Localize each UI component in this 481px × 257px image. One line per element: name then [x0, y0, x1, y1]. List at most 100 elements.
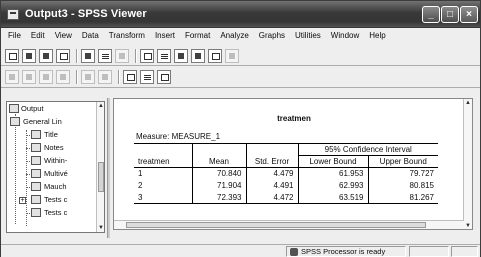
standard-toolbar	[1, 47, 480, 65]
goto-data-icon[interactable]	[140, 49, 154, 63]
row-label: 2	[138, 181, 143, 190]
content-vertical-scrollbar[interactable]: ▲ ▼	[463, 99, 472, 229]
menu-analyze[interactable]: Analyze	[215, 30, 253, 44]
toolbar-separator	[76, 49, 78, 63]
outline-item-mauchly[interactable]: Mauch	[44, 182, 67, 191]
scroll-down-arrow-icon[interactable]: ▼	[98, 224, 104, 232]
promote-icon[interactable]	[5, 70, 19, 84]
dialog-recall-icon[interactable]	[98, 49, 112, 63]
output-content-pane[interactable]: treatmen Measure: MEASURE_1 treatmen Mea…	[113, 98, 473, 230]
insert-heading-icon[interactable]	[123, 70, 137, 84]
close-button[interactable]: ×	[460, 6, 478, 23]
print-icon[interactable]	[39, 49, 53, 63]
expand-node-icon[interactable]: +	[19, 197, 26, 204]
outline-item-title[interactable]: Title	[44, 130, 58, 139]
table-caption: treatmen	[277, 114, 311, 123]
demote-icon[interactable]	[22, 70, 36, 84]
hide-icon[interactable]	[98, 70, 112, 84]
menu-insert[interactable]: Insert	[150, 30, 180, 44]
goto-case-icon[interactable]	[157, 49, 171, 63]
mean-header: Mean	[191, 143, 246, 168]
menu-bar: File Edit View Data Transform Insert For…	[1, 30, 480, 44]
maximize-button[interactable]: □	[441, 6, 459, 23]
table-icon	[31, 208, 41, 217]
menu-window[interactable]: Window	[326, 30, 364, 44]
toolbar-separator	[135, 49, 137, 63]
insert-text-icon[interactable]	[157, 70, 171, 84]
menu-help[interactable]: Help	[364, 30, 390, 44]
upper-bound-header: Upper Bound	[367, 155, 438, 168]
expand-icon[interactable]	[39, 70, 53, 84]
upper-bound-cell: 80.815	[367, 179, 438, 192]
outline-item-multivariate[interactable]: Multivé	[44, 169, 68, 178]
menu-format[interactable]: Format	[180, 30, 215, 44]
save-icon[interactable]	[22, 49, 36, 63]
menu-data[interactable]: Data	[77, 30, 104, 44]
outline-item-within[interactable]: Within-	[44, 156, 67, 165]
minimize-button[interactable]: _	[422, 6, 440, 23]
table-row: 3 72.393 4.472 63.519 81.267	[134, 191, 438, 204]
menu-file[interactable]: File	[3, 30, 26, 44]
window-title: Output3 - SPSS Viewer	[25, 8, 147, 20]
notes-icon	[31, 143, 41, 152]
print-preview-icon[interactable]	[56, 49, 70, 63]
outline-item-notes[interactable]: Notes	[44, 143, 64, 152]
output-book-icon	[9, 104, 19, 113]
scroll-up-arrow-icon[interactable]: ▲	[465, 99, 471, 107]
menu-graphs[interactable]: Graphs	[254, 30, 290, 44]
menu-view[interactable]: View	[50, 30, 77, 44]
status-panel	[409, 246, 449, 257]
outline-item-output[interactable]: Output	[21, 104, 44, 113]
tree-connector	[26, 130, 27, 226]
outline-vertical-scrollbar[interactable]: ▲ ▼	[96, 102, 104, 232]
menu-transform[interactable]: Transform	[104, 30, 150, 44]
collapse-icon[interactable]	[56, 70, 70, 84]
outline-item-general-linear[interactable]: General Lin	[23, 117, 62, 126]
table-icon	[31, 182, 41, 191]
table-icon	[31, 169, 41, 178]
std-error-cell: 4.479	[245, 167, 298, 180]
estimates-table[interactable]: treatmen Mean Std. Error 95% Confidence …	[134, 143, 438, 204]
pane-splitter[interactable]	[107, 98, 110, 238]
select-cases-icon[interactable]	[208, 49, 222, 63]
open-icon[interactable]	[5, 49, 19, 63]
outline-item-tests-1[interactable]: Tests c	[44, 195, 67, 204]
scrollbar-thumb[interactable]	[98, 162, 104, 192]
std-error-cell: 4.491	[245, 179, 298, 192]
show-icon[interactable]	[81, 70, 95, 84]
mean-cell: 72.393	[191, 191, 246, 204]
menu-edit[interactable]: Edit	[26, 30, 50, 44]
table-icon	[31, 195, 41, 204]
toolbar-divider	[1, 65, 480, 66]
book-icon	[10, 117, 20, 126]
row-label: 3	[134, 191, 192, 204]
title-bar[interactable]: Output3 - SPSS Viewer _ □ ×	[1, 1, 480, 28]
status-panel	[451, 246, 478, 257]
scroll-down-arrow-icon[interactable]: ▼	[465, 222, 471, 229]
ci-group-header: 95% Confidence Interval	[297, 143, 438, 156]
std-error-header: Std. Error	[245, 143, 298, 168]
table-row: 2 71.904 4.491 62.993 80.815	[134, 179, 438, 192]
outline-pane[interactable]: Output General Lin Title Notes Within- M…	[6, 101, 105, 233]
content-horizontal-scrollbar[interactable]	[114, 220, 464, 229]
table-row: 1 70.840 4.479 61.953 79.727	[134, 167, 438, 180]
upper-bound-cell: 79.727	[367, 167, 438, 180]
find-icon[interactable]	[191, 49, 205, 63]
scroll-up-arrow-icon[interactable]: ▲	[98, 102, 104, 110]
export-icon[interactable]	[81, 49, 95, 63]
table-icon	[31, 156, 41, 165]
spss-app-icon	[7, 9, 19, 20]
spss-viewer-window: Output3 - SPSS Viewer _ □ × File Edit Vi…	[0, 0, 481, 257]
table-row-label-header: treatmen	[134, 143, 192, 168]
value-labels-icon[interactable]	[225, 49, 239, 63]
std-error-cell: 4.472	[245, 191, 298, 204]
toolbar-separator	[118, 70, 120, 84]
variables-icon[interactable]	[174, 49, 188, 63]
status-text: SPSS Processor is ready	[301, 247, 386, 256]
outline-item-tests-2[interactable]: Tests c	[44, 208, 67, 217]
undo-icon[interactable]	[115, 49, 129, 63]
lower-bound-cell: 63.519	[297, 191, 368, 204]
menu-utilities[interactable]: Utilities	[290, 30, 326, 44]
insert-title-icon[interactable]	[140, 70, 154, 84]
scrollbar-thumb[interactable]	[126, 222, 426, 228]
